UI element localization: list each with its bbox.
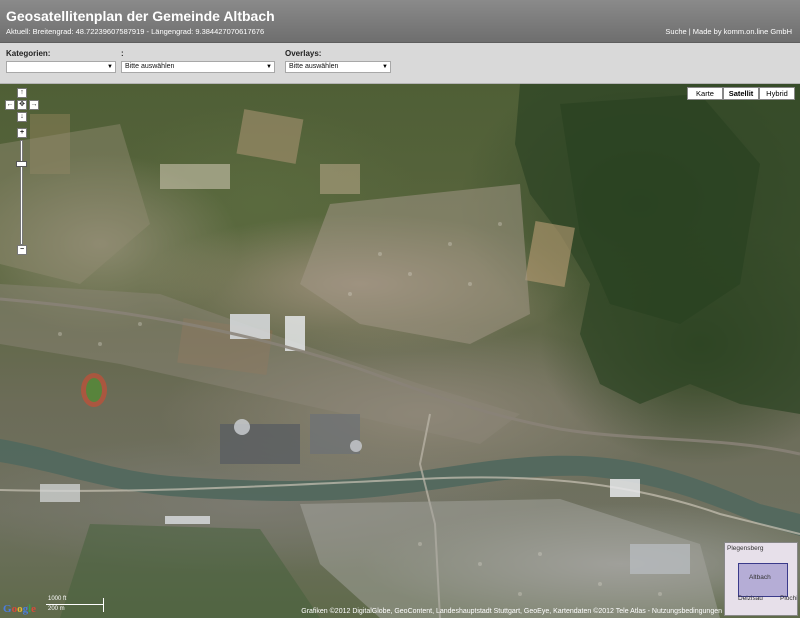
- page-header: Geosatellitenplan der Gemeinde Altbach A…: [0, 0, 800, 43]
- zoom-slider-track[interactable]: [20, 140, 23, 245]
- satellite-map[interactable]: Karte Satellit Hybrid ↑ ← ✥ → ↓ + − Goog…: [0, 84, 800, 618]
- overlays-value: Bitte auswählen: [289, 63, 339, 70]
- google-logo[interactable]: Google: [3, 603, 36, 615]
- chevron-down-icon: ▼: [266, 64, 272, 70]
- pan-center-button[interactable]: ✥: [17, 100, 27, 110]
- header-links: Suche | Made by komm.on.line GmbH: [665, 27, 792, 36]
- second-select[interactable]: Bitte auswählen ▼: [121, 61, 275, 73]
- search-link[interactable]: Suche: [665, 27, 686, 36]
- maptype-karte-button[interactable]: Karte: [687, 87, 723, 100]
- maptype-hybrid-button[interactable]: Hybrid: [759, 87, 795, 100]
- coordinates-readout: Aktuell: Breitengrad: 48.72239607587919 …: [6, 27, 265, 36]
- chevron-down-icon: ▼: [107, 64, 113, 70]
- pan-left-button[interactable]: ←: [5, 100, 15, 110]
- map-copyright: Grafiken ©2012 DigitalGlobe, GeoContent,…: [301, 608, 722, 615]
- kategorien-filter: Kategorien: ▼: [6, 49, 116, 73]
- overview-label-left: Deizisau: [738, 595, 763, 602]
- overview-label-center: Altbach: [749, 574, 771, 581]
- overlays-label: Overlays:: [285, 49, 322, 58]
- maptype-satellit-button[interactable]: Satellit: [723, 87, 759, 100]
- kategorien-select[interactable]: ▼: [6, 61, 116, 73]
- overview-map[interactable]: Plegensberg Altbach Deizisau Plochi: [724, 542, 798, 616]
- second-label: :: [121, 49, 124, 58]
- scale-feet-label: 1000 ft: [48, 596, 67, 602]
- zoom-in-button[interactable]: +: [17, 128, 27, 138]
- satellite-imagery: [0, 84, 800, 618]
- chevron-down-icon: ▼: [382, 64, 388, 70]
- zoom-out-button[interactable]: −: [17, 245, 27, 255]
- pan-right-button[interactable]: →: [29, 100, 39, 110]
- map-scale: 1000 ft 200 m: [46, 596, 106, 614]
- scale-meters-label: 200 m: [48, 606, 65, 612]
- scale-line: [46, 604, 104, 605]
- filter-bar: Kategorien: ▼ : Bitte auswählen ▼ Overla…: [0, 43, 800, 84]
- pan-up-button[interactable]: ↑: [17, 88, 27, 98]
- overlays-filter: Overlays: Bitte auswählen ▼: [285, 49, 391, 73]
- scale-tick: [103, 598, 104, 612]
- overview-label-right: Plochi: [780, 595, 798, 602]
- page-title: Geosatellitenplan der Gemeinde Altbach: [6, 8, 275, 24]
- kategorien-label: Kategorien:: [6, 49, 51, 58]
- overview-label-top: Plegensberg: [727, 545, 764, 552]
- madeby-link[interactable]: Made by komm.on.line GmbH: [693, 27, 792, 36]
- pan-down-button[interactable]: ↓: [17, 112, 27, 122]
- overlays-select[interactable]: Bitte auswählen ▼: [285, 61, 391, 73]
- second-filter: : Bitte auswählen ▼: [121, 49, 275, 73]
- zoom-slider-handle[interactable]: [16, 161, 27, 167]
- second-value: Bitte auswählen: [125, 63, 175, 70]
